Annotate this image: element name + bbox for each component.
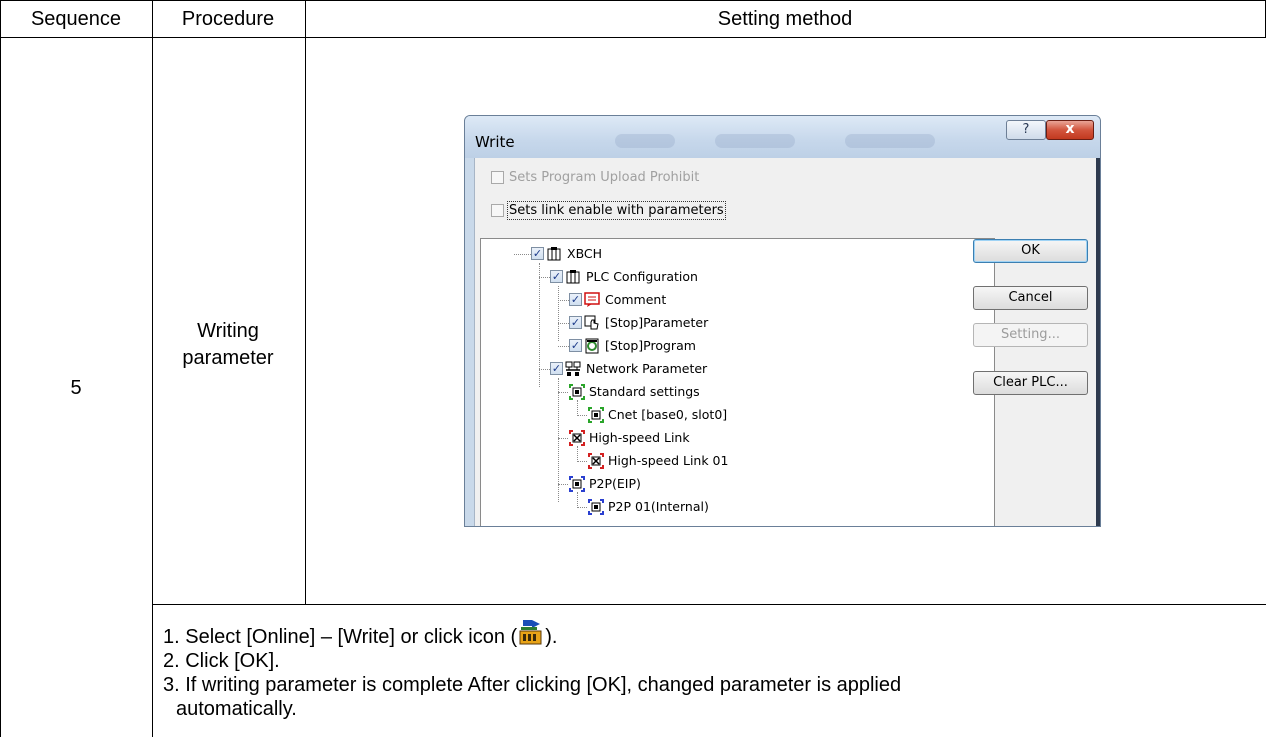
tree-item-standard-settings[interactable]: Standard settings <box>569 383 769 403</box>
p2p-icon <box>569 476 585 492</box>
tree-item-label: Network Parameter <box>586 361 708 376</box>
tree-connector <box>577 507 587 508</box>
clear-plc-button[interactable]: Clear PLC... <box>973 371 1088 395</box>
tree-connector <box>558 286 559 341</box>
help-button[interactable]: ? <box>1006 120 1046 140</box>
tree-item-label: P2P 01(Internal) <box>608 499 709 514</box>
tree-connector <box>558 323 569 324</box>
tree-item-plc-configuration[interactable]: ✓ PLC Configuration <box>550 268 770 288</box>
table-top-border <box>0 0 1266 1</box>
high-speed-link-module-icon <box>588 453 604 469</box>
note-line-1: 1. Select [Online] – [Write] or click ic… <box>163 618 901 649</box>
tree-item-label: Cnet [base0, slot0] <box>608 407 728 422</box>
program-icon <box>584 338 600 354</box>
tree-item-cnet[interactable]: Cnet [base0, slot0] <box>588 406 788 426</box>
tree-item-label: High-speed Link <box>589 430 690 445</box>
tree-connector <box>539 369 550 370</box>
table-left-border <box>0 0 1 737</box>
tree-connector <box>577 461 587 462</box>
procedure-name: Writing parameter <box>152 318 304 372</box>
p2p-module-icon <box>588 499 604 515</box>
tree-item-comment[interactable]: ✓ Comment <box>569 291 769 311</box>
tree-checkbox[interactable]: ✓ <box>550 270 563 283</box>
write-item-tree[interactable]: ✓ XBCH ✓ PLC Configuration ✓ Comment ✓ [… <box>480 238 995 526</box>
plc-cpu-icon <box>565 269 581 285</box>
tree-item-stop-program[interactable]: ✓ [Stop]Program <box>569 337 769 357</box>
link-enable-checkbox[interactable] <box>491 204 504 217</box>
plc-cpu-icon <box>546 246 562 262</box>
tree-item-label: P2P(EIP) <box>589 476 641 491</box>
tree-checkbox[interactable]: ✓ <box>569 316 582 329</box>
tree-connector <box>558 300 569 301</box>
comment-icon <box>584 292 600 308</box>
tree-checkbox[interactable]: ✓ <box>531 247 544 260</box>
write-dialog: Write ? x Sets Program Upload Prohibit S… <box>464 115 1101 527</box>
dialog-titlebar: Write ? x <box>465 116 1100 158</box>
tree-connector <box>539 277 550 278</box>
tree-connector <box>558 484 568 485</box>
program-upload-prohibit-label: Sets Program Upload Prohibit <box>509 170 700 185</box>
tree-item-label: PLC Configuration <box>586 269 698 284</box>
cnet-module-icon <box>588 407 604 423</box>
instruction-notes: 1. Select [Online] – [Write] or click ic… <box>163 618 901 721</box>
close-button[interactable]: x <box>1046 120 1094 140</box>
tree-connector <box>577 415 587 416</box>
tree-checkbox[interactable]: ✓ <box>550 362 563 375</box>
tree-connector <box>558 392 568 393</box>
note-line-2: 2. Click [OK]. <box>163 650 280 672</box>
titlebar-decoration <box>845 134 935 148</box>
tree-checkbox[interactable]: ✓ <box>569 339 582 352</box>
header-sequence: Sequence <box>30 8 122 30</box>
header-setting-method: Setting method <box>717 8 853 30</box>
tree-item-label: High-speed Link 01 <box>608 453 729 468</box>
tree-checkbox[interactable]: ✓ <box>569 293 582 306</box>
titlebar-decoration <box>715 134 795 148</box>
tree-item-xbch[interactable]: ✓ XBCH <box>531 245 731 265</box>
sequence-number: 5 <box>70 377 82 399</box>
header-bottom-border <box>0 37 1266 38</box>
col-divider-2 <box>305 0 306 605</box>
dialog-client-area: Sets Program Upload Prohibit Sets link e… <box>474 158 1096 526</box>
tree-connector <box>514 254 531 255</box>
tree-item-high-speed-link-01[interactable]: High-speed Link 01 <box>588 452 788 472</box>
dialog-right-edge <box>1096 158 1100 526</box>
setting-button: Setting... <box>973 323 1088 347</box>
note-line-4: automatically. <box>176 698 297 720</box>
header-procedure: Procedure <box>181 8 275 30</box>
tree-connector <box>558 438 568 439</box>
procedure-name-line2: parameter <box>182 347 274 369</box>
note-line-1-start: 1. Select [Online] – [Write] or click ic… <box>163 626 518 648</box>
tree-item-label: Comment <box>605 292 667 307</box>
tree-item-label: [Stop]Parameter <box>605 315 709 330</box>
standard-settings-icon <box>569 384 585 400</box>
network-icon <box>565 361 581 377</box>
note-line-1-end: ). <box>545 626 558 648</box>
tree-item-label: [Stop]Program <box>605 338 696 353</box>
tree-connector <box>558 346 569 347</box>
link-enable-label[interactable]: Sets link enable with parameters <box>507 201 726 220</box>
dialog-title: Write <box>475 133 515 151</box>
program-upload-prohibit-checkbox <box>491 171 504 184</box>
cancel-button[interactable]: Cancel <box>973 286 1088 310</box>
note-line-3: 3. If writing parameter is complete Afte… <box>163 674 902 696</box>
tree-item-p2p-eip[interactable]: P2P(EIP) <box>569 475 769 495</box>
tree-item-p2p-01-internal[interactable]: P2P 01(Internal) <box>588 498 788 518</box>
tree-item-label: XBCH <box>567 246 603 261</box>
screenshot-row-bottom-border <box>152 604 1266 605</box>
tree-item-network-parameter[interactable]: ✓ Network Parameter <box>550 360 770 380</box>
parameter-hand-icon <box>584 315 600 331</box>
titlebar-decoration <box>615 134 675 148</box>
write-to-plc-icon <box>518 618 544 648</box>
tree-item-high-speed-link[interactable]: High-speed Link <box>569 429 769 449</box>
high-speed-link-icon <box>569 430 585 446</box>
tree-item-stop-parameter[interactable]: ✓ [Stop]Parameter <box>569 314 769 334</box>
ok-button[interactable]: OK <box>973 239 1088 263</box>
procedure-name-line1: Writing <box>197 320 259 342</box>
tree-item-label: Standard settings <box>589 384 700 399</box>
